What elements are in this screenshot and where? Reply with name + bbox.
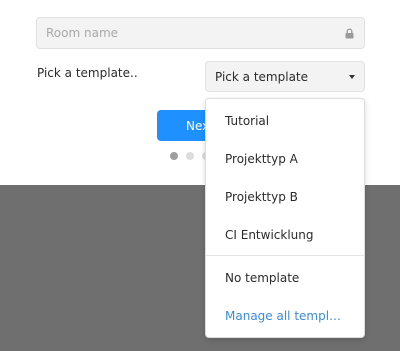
template-select[interactable]: Pick a template <box>205 61 365 92</box>
menu-item-projekttyp-a[interactable]: Projekttyp A <box>206 144 364 174</box>
menu-item-label: Projekttyp B <box>225 190 298 204</box>
manage-templates-label: Manage all templ… <box>225 309 342 323</box>
menu-item-label: CI Entwicklung <box>225 228 314 242</box>
page: Pick a template.. Pick a template Next T… <box>0 0 400 351</box>
room-name-field[interactable] <box>36 17 365 49</box>
menu-divider <box>206 255 364 256</box>
lock-icon <box>345 27 354 38</box>
menu-item-no-template[interactable]: No template <box>206 263 364 293</box>
caret-down-icon <box>349 74 355 79</box>
menu-item-ci-entwicklung[interactable]: CI Entwicklung <box>206 220 364 250</box>
step-dot-1 <box>170 152 178 160</box>
step-dot-2 <box>186 152 194 160</box>
room-name-input[interactable] <box>46 26 345 40</box>
menu-item-projekttyp-b[interactable]: Projekttyp B <box>206 182 364 212</box>
menu-item-label: Projekttyp A <box>225 152 298 166</box>
step-indicator <box>170 152 210 160</box>
template-select-label: Pick a template <box>215 69 309 84</box>
menu-item-tutorial[interactable]: Tutorial <box>206 106 364 136</box>
template-dropdown-menu: Tutorial Projekttyp A Projekttyp B CI En… <box>205 98 365 338</box>
template-label: Pick a template.. <box>37 66 138 80</box>
menu-item-label: Tutorial <box>225 114 270 128</box>
manage-templates-link[interactable]: Manage all templ… <box>206 301 364 331</box>
menu-item-label: No template <box>225 271 300 285</box>
